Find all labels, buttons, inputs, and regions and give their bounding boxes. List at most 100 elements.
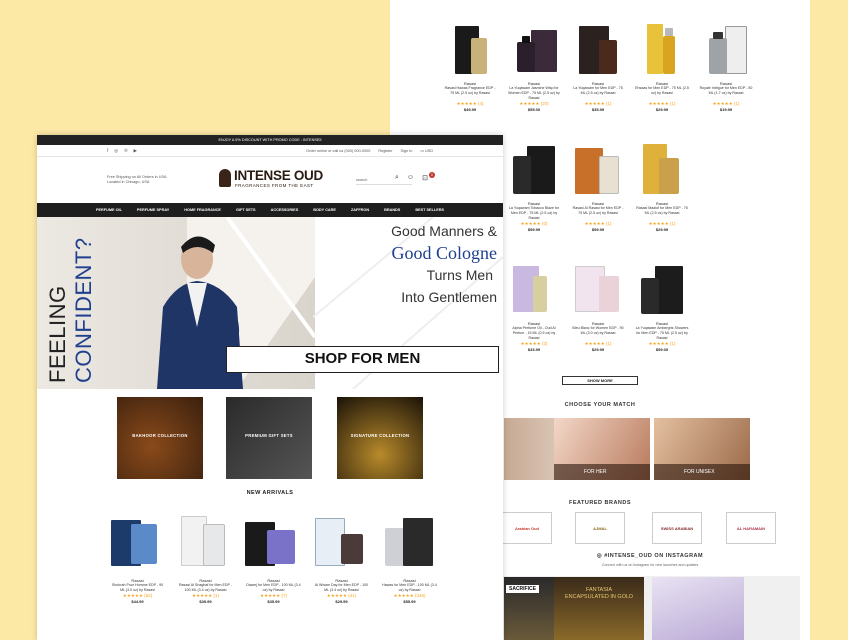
match-card-for-unisex[interactable]: FOR UNISEX [654, 418, 750, 480]
product-name[interactable]: Royale Intrigue for Men EDP - 50 ML (1.7… [696, 86, 756, 101]
product-card[interactable]: Rasasi Royale Intrigue for Men EDP - 50 … [696, 22, 756, 112]
hero-banner[interactable]: FEELING CONFIDENT? Good Manners & Good C… [37, 217, 503, 389]
product-price: $59.00 [655, 347, 669, 352]
product-card[interactable]: Rasasi Al Wisam Day for Men EDP - 100 ML… [311, 512, 372, 604]
product-name[interactable]: Ehsaas for Men EDP - 75 ML (2.5 oz) by R… [632, 86, 692, 101]
utility-links: Order online or call us (000) 000-0000 R… [306, 145, 433, 157]
product-image [569, 22, 627, 78]
product-name[interactable]: Rasasi Al Rasasi for Men EDP - 75 ML (2.… [568, 206, 628, 221]
instagram-title: ◎ #INTENSE_OUD ON INSTAGRAM [596, 553, 704, 559]
product-price: $29.99 [335, 599, 348, 604]
product-name[interactable]: Bleu Blanc for Women EDP - 90 ML (3.0 oz… [568, 326, 628, 341]
product-card[interactable]: Rasasi La Yuqawam for Men EDP - 75 ML (2… [568, 22, 628, 112]
social-links: f ◎ ℗ ▶ [107, 145, 137, 157]
youtube-icon[interactable]: ▶ [134, 145, 137, 157]
hero-line-4: Into Gentlemen [401, 289, 497, 305]
main-nav: PERFUME OIL PERFUME SPRAY HOME FRAGRANCE… [37, 203, 503, 217]
product-price: $33.99 [527, 347, 541, 352]
currency-selector[interactable]: ▭ USD [420, 145, 433, 157]
product-price: $39.99 [199, 599, 212, 604]
match-card-for-her[interactable]: FOR HER [554, 418, 650, 480]
product-image [243, 512, 304, 570]
instagram-tile[interactable]: FANTASIA ENCAPSULATED IN GOLD [554, 577, 644, 640]
collection-signature[interactable]: SIGNATURE COLLECTION [337, 397, 423, 479]
product-name[interactable]: Rasasi Al Shaghaf for Men EDP - 100 ML (… [175, 583, 236, 593]
logo-title: INTENSE OUD [234, 168, 323, 183]
hero-line-1: Good Manners & [391, 223, 497, 239]
product-name[interactable]: Shuhrah Pour Homme EDP - 90 ML (3.0 oz) … [107, 583, 168, 593]
product-name[interactable]: Daarej for Men EDP - 100 ML (3.4 oz) by … [243, 583, 304, 593]
product-image [505, 22, 563, 78]
product-name[interactable]: La Yuqawam Ambergris Showers for Men EDP… [632, 326, 692, 341]
product-image [569, 262, 627, 318]
product-price: $49.99 [463, 107, 477, 112]
product-name[interactable]: Alpha Perfume Oil - Oud Al Perfum - 15 M… [504, 326, 564, 341]
product-name[interactable]: La Yuqawam Jasmine Wisp for Women EDP - … [504, 86, 564, 101]
nav-item[interactable]: ZAFFRON [351, 203, 369, 217]
instagram-icon[interactable]: ◎ [114, 145, 118, 157]
product-name[interactable]: Rasasi Maaluf for Men EDP - 75 ML (2.5 o… [632, 206, 692, 221]
product-name[interactable]: La Yuqawam for Men EDP - 75 ML (2.5 oz) … [568, 86, 628, 101]
pinterest-icon[interactable]: ℗ [124, 145, 127, 157]
product-name[interactable]: Al Wisam Day for Men EDP - 100 ML (3.4 o… [311, 583, 372, 593]
hero-confident-text: CONFIDENT? [71, 237, 96, 383]
shop-for-men-button[interactable]: SHOP FOR MEN [226, 346, 499, 373]
hero-line-2: Good Cologne [391, 243, 498, 263]
product-card[interactable]: Rasasi Rasasi Maaluf for Men EDP - 75 ML… [632, 142, 692, 232]
product-image [633, 262, 691, 318]
instagram-tile[interactable] [652, 577, 744, 640]
collection-bakhoor[interactable]: BAKHOOR COLLECTION [117, 397, 203, 479]
product-price: $59.99 [591, 227, 605, 232]
product-image [379, 512, 440, 570]
header-icons: ⌕ ☺ ⊡ [395, 174, 428, 182]
product-price: $55.00 [527, 107, 541, 112]
product-row-1: Rasasi Rasasi Hawas Fragrance EDP - 75 M… [440, 22, 756, 112]
product-card[interactable]: Rasasi Rasasi Al Rasasi for Men EDP - 75… [568, 142, 628, 232]
collection-gift-sets[interactable]: PREMIUM GIFT SETS [226, 397, 312, 479]
product-card[interactable]: Rasasi Rasasi Al Shaghaf for Men EDP - 1… [175, 512, 236, 604]
product-card[interactable]: Rasasi La Yuqawam Ambergris Showers for … [632, 262, 692, 352]
nav-item[interactable]: PERFUME SPRAY [137, 203, 169, 217]
site-logo[interactable]: INTENSE OUD FRAGRANCES FROM THE EAST [219, 167, 329, 193]
product-image [633, 22, 691, 78]
product-card[interactable]: Rasasi La Yuqawam Tobacco Blaze for Men … [504, 142, 564, 232]
nav-item[interactable]: PERFUME OIL [96, 203, 122, 217]
product-card[interactable]: Rasasi Daarej for Men EDP - 100 ML (3.4 … [243, 512, 304, 604]
product-price: $35.99 [267, 599, 280, 604]
user-icon[interactable]: ☺ [407, 174, 414, 182]
front-page-screenshot: ENJOY A 5% DISCOUNT WITH PROMO CODE : IN… [37, 135, 503, 640]
show-more-button[interactable]: SHOW MORE [562, 376, 638, 385]
brand-logo-al-haramain[interactable]: AL HARAMAIN [726, 512, 776, 544]
product-name[interactable]: Hawas for Men EDP - 100 ML (3.4 oz) by R… [379, 583, 440, 593]
product-name[interactable]: La Yuqawam Tobacco Blaze for Men EDP - 7… [504, 206, 564, 221]
nav-item[interactable]: ACCESSORIES [271, 203, 299, 217]
brand-logo-ajmal[interactable]: AJMAL [575, 512, 625, 544]
nav-item[interactable]: HOME FRAGRANCE [184, 203, 221, 217]
product-image [697, 22, 755, 78]
product-card[interactable]: Rasasi Ehsaas for Men EDP - 75 ML (2.5 o… [632, 22, 692, 112]
brand-logo-swiss-arabian[interactable]: SWISS ARABIAN [652, 512, 702, 544]
instagram-subtitle: Connect with us on Instagram for new lau… [601, 563, 699, 567]
product-card[interactable]: Rasasi Hawas for Men EDP - 100 ML (3.4 o… [379, 512, 440, 604]
signin-link[interactable]: Sign In [400, 145, 412, 157]
product-card[interactable]: Rasasi Alpha Perfume Oil - Oud Al Perfum… [504, 262, 564, 352]
register-link[interactable]: Register [378, 145, 392, 157]
product-card[interactable]: Rasasi Bleu Blanc for Women EDP - 90 ML … [568, 262, 628, 352]
product-image [107, 512, 168, 570]
collection-label: BAKHOOR COLLECTION [132, 433, 188, 438]
facebook-icon[interactable]: f [107, 145, 108, 157]
nav-item[interactable]: GIFT SETS [236, 203, 256, 217]
cart-icon[interactable]: ⊡ [422, 174, 428, 182]
brand-logo-arabian-oud[interactable]: Arabian Oud [502, 512, 552, 544]
match-label: FOR UNISEX [654, 464, 750, 480]
product-image [311, 512, 372, 570]
nav-item[interactable]: BEST SELLERS [415, 203, 444, 217]
product-card[interactable]: Rasasi La Yuqawam Jasmine Wisp for Women… [504, 22, 564, 112]
search-icon[interactable]: ⌕ [395, 174, 399, 182]
nav-item[interactable]: BRANDS [384, 203, 400, 217]
product-price: $59.99 [527, 227, 541, 232]
product-card[interactable]: Rasasi Shuhrah Pour Homme EDP - 90 ML (3… [107, 512, 168, 604]
nav-item[interactable]: BODY CARE [313, 203, 336, 217]
product-card[interactable]: Rasasi Rasasi Hawas Fragrance EDP - 75 M… [440, 22, 500, 112]
product-name[interactable]: Rasasi Hawas Fragrance EDP - 75 ML (2.5 … [440, 86, 500, 101]
